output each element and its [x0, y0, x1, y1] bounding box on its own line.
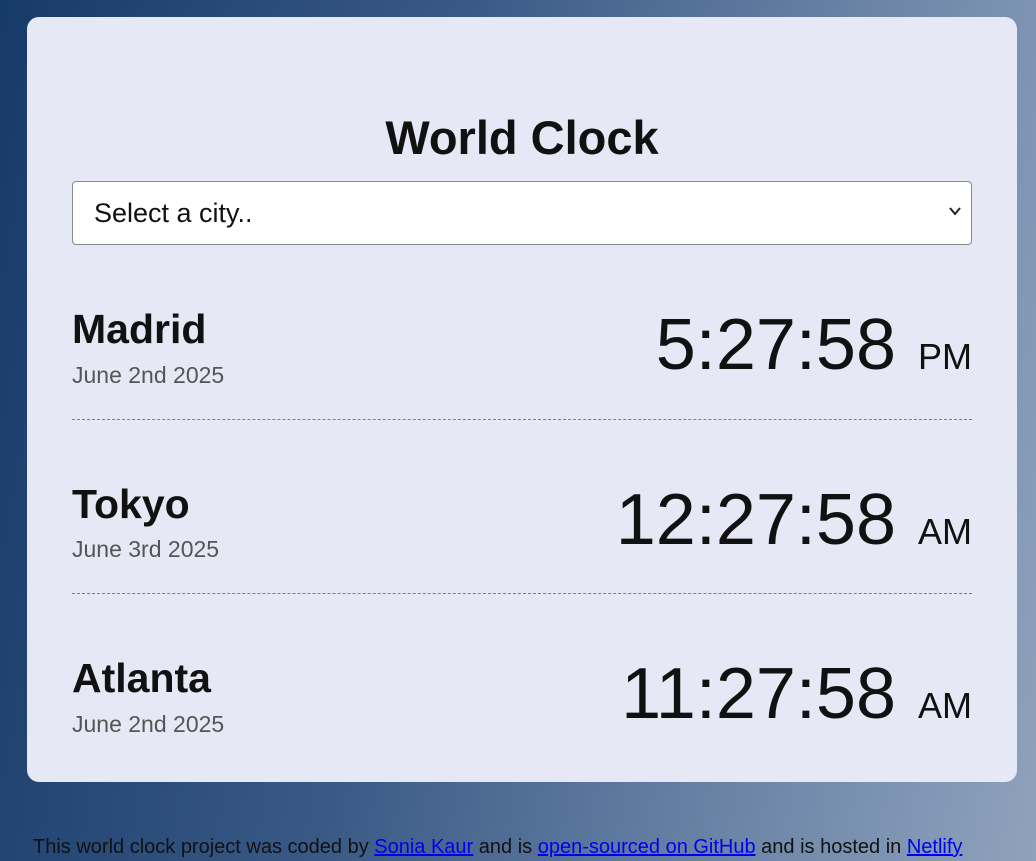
city-row-atlanta: Atlanta June 2nd 2025 11:27:58 AM	[72, 627, 972, 767]
time-ampm: AM	[918, 511, 972, 552]
time-value: 5:27:58	[655, 305, 896, 385]
city-date: June 2nd 2025	[72, 362, 225, 388]
footer-text: This world clock project was coded by	[33, 836, 375, 858]
footer-text: and is hosted in	[755, 836, 907, 858]
github-link[interactable]: open-sourced on GitHub	[538, 836, 756, 858]
author-link[interactable]: Sonia Kaur	[374, 836, 473, 858]
city-time: 11:27:58 AM	[621, 654, 972, 734]
page-title: World Clock	[385, 111, 659, 164]
city-select-value: Select a city..	[94, 198, 253, 228]
city-name: Tokyo	[72, 481, 190, 527]
time-ampm: PM	[918, 336, 972, 377]
city-date: June 3rd 2025	[72, 536, 220, 562]
city-time: 12:27:58 AM	[616, 480, 972, 560]
time-value: 12:27:58	[615, 480, 896, 560]
city-row-tokyo: Tokyo June 3rd 2025 12:27:58 AM	[72, 453, 972, 594]
netlify-link[interactable]: Netlify	[907, 836, 963, 858]
time-ampm: AM	[918, 685, 972, 726]
city-name: Atlanta	[72, 655, 211, 701]
footer-text: and is	[473, 836, 538, 858]
city-date: June 2nd 2025	[72, 711, 225, 737]
city-select[interactable]: Select a city..	[72, 181, 972, 245]
footer: This world clock project was coded by So…	[33, 833, 962, 861]
world-clock-card: World Clock Select a city.. Madrid June …	[27, 17, 1017, 782]
city-name: Madrid	[72, 306, 207, 352]
time-value: 11:27:58	[621, 654, 896, 734]
city-time: 5:27:58 PM	[656, 305, 972, 385]
chevron-down-icon	[949, 207, 961, 216]
city-row-madrid: Madrid June 2nd 2025 5:27:58 PM	[72, 279, 972, 420]
